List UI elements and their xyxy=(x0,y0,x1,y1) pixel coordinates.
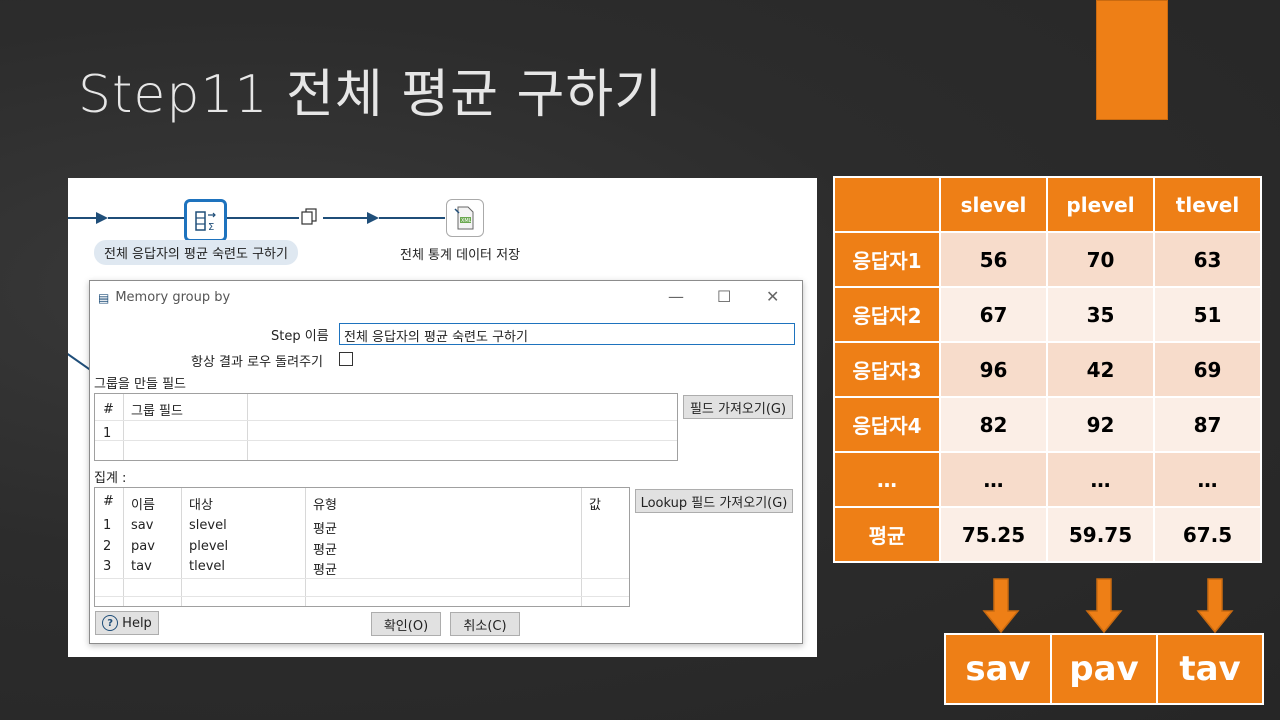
header-plevel: plevel xyxy=(1046,176,1155,233)
table-cell: … xyxy=(1153,451,1262,508)
hop-arrow-2 xyxy=(367,212,379,224)
ok-button[interactable]: 확인(O) xyxy=(371,612,441,636)
table-row: 1 xyxy=(103,518,112,533)
lookup-fields-button[interactable]: Lookup 필드 가져오기(G) xyxy=(635,489,793,513)
header-tlevel: tlevel xyxy=(1153,176,1262,233)
row-label: … xyxy=(833,451,941,508)
table-cell: 92 xyxy=(1046,396,1155,453)
group-by-step-icon[interactable]: Σ xyxy=(184,199,227,242)
dialog-title: Memory group by xyxy=(115,290,231,305)
step-name-label: Step 이름 xyxy=(271,329,329,344)
agg-col-subject: 대상 xyxy=(189,498,213,513)
memory-group-by-icon: ▤ xyxy=(98,290,110,305)
result-tav: tav xyxy=(1156,633,1264,705)
table-row: slevel xyxy=(189,518,227,533)
table-cell: 82 xyxy=(939,396,1048,453)
score-table: slevel plevel tlevel 응답자1 56 70 63 응답자2 … xyxy=(833,176,1262,563)
minimize-button[interactable]: — xyxy=(668,287,684,306)
memory-group-by-dialog: ▤ Memory group by — ☐ ✕ Step 이름 전체 응답자의 … xyxy=(89,280,803,644)
table-cell: 87 xyxy=(1153,396,1262,453)
header-corner xyxy=(833,176,941,233)
row-label: 응답자2 xyxy=(833,286,941,343)
result-pav: pav xyxy=(1050,633,1158,705)
etl-screenshot: Σ XML 전체 응답자의 평균 숙련도 구하기 전체 통계 데이터 저장 ▤ … xyxy=(68,178,817,657)
table-cell: 96 xyxy=(939,341,1048,398)
help-button-label: Help xyxy=(122,615,152,631)
table-cell: … xyxy=(1046,451,1155,508)
dialog-titlebar: ▤ Memory group by xyxy=(98,290,230,305)
down-arrow-icon xyxy=(1196,578,1234,634)
table-row: 평균 xyxy=(313,522,337,537)
table-row: sav xyxy=(131,518,154,533)
step-label-group-by[interactable]: 전체 응답자의 평균 숙련도 구하기 xyxy=(94,240,298,265)
row-label-average: 평균 xyxy=(833,506,941,563)
orange-accent-tab xyxy=(1096,0,1168,120)
table-row: tlevel xyxy=(189,559,226,574)
step-label-xml-output[interactable]: 전체 통계 데이터 저장 xyxy=(400,244,520,263)
help-icon: ? xyxy=(102,615,119,631)
hop-line-5 xyxy=(379,217,445,219)
table-row: tav xyxy=(131,559,152,574)
hop-line-4 xyxy=(323,217,367,219)
step-name-input[interactable]: 전체 응답자의 평균 숙련도 구하기 xyxy=(339,323,795,345)
row-label: 응답자3 xyxy=(833,341,941,398)
table-cell: 56 xyxy=(939,231,1048,288)
average-plevel: 59.75 xyxy=(1046,506,1155,563)
table-cell: 63 xyxy=(1153,231,1262,288)
group-fields-label: 그룹을 만들 필드 xyxy=(94,377,186,392)
table-row: 평균 xyxy=(313,543,337,558)
table-cell: 51 xyxy=(1153,286,1262,343)
aggregates-table[interactable]: # 이름 대상 유형 값 1 sav slevel 평균 2 pav pleve… xyxy=(94,487,630,607)
average-slevel: 75.25 xyxy=(939,506,1048,563)
copy-rows-icon xyxy=(300,208,320,230)
down-arrow-icon xyxy=(1085,578,1123,634)
agg-col-name: 이름 xyxy=(131,498,155,513)
table-cell: 35 xyxy=(1046,286,1155,343)
table-row: pav xyxy=(131,539,155,554)
table-cell: 67 xyxy=(939,286,1048,343)
svg-text:Σ: Σ xyxy=(208,222,214,233)
cancel-button[interactable]: 취소(C) xyxy=(450,612,520,636)
table-row: 2 xyxy=(103,539,112,554)
aggregates-label: 집계 : xyxy=(94,471,127,486)
help-button[interactable]: ? Help xyxy=(95,611,159,635)
table-row: plevel xyxy=(189,539,229,554)
always-return-label: 항상 결과 로우 돌려주기 xyxy=(191,355,323,370)
header-slevel: slevel xyxy=(939,176,1048,233)
agg-col-hash: # xyxy=(103,494,114,509)
down-arrow-icon xyxy=(982,578,1020,634)
group-col-field: 그룹 필드 xyxy=(131,404,183,419)
table-row: 3 xyxy=(103,559,112,574)
close-button[interactable]: ✕ xyxy=(766,287,779,306)
row-label: 응답자1 xyxy=(833,231,941,288)
maximize-button[interactable]: ☐ xyxy=(717,287,731,306)
always-return-checkbox[interactable] xyxy=(339,352,353,366)
table-cell: 42 xyxy=(1046,341,1155,398)
row-label: 응답자4 xyxy=(833,396,941,453)
average-tlevel: 67.5 xyxy=(1153,506,1262,563)
agg-col-value: 값 xyxy=(589,498,601,513)
slide-title: Step11 전체 평균 구하기 xyxy=(78,65,664,125)
result-sav: sav xyxy=(944,633,1052,705)
group-row-num: 1 xyxy=(103,426,112,441)
hop-line-2 xyxy=(108,217,184,219)
table-row: 평균 xyxy=(313,563,337,578)
hop-line-1 xyxy=(68,217,98,219)
svg-text:XML: XML xyxy=(461,218,472,224)
xml-output-step-icon[interactable]: XML xyxy=(446,199,484,237)
table-cell: 69 xyxy=(1153,341,1262,398)
table-cell: … xyxy=(939,451,1048,508)
get-fields-button[interactable]: 필드 가져오기(G) xyxy=(683,395,793,419)
table-cell: 70 xyxy=(1046,231,1155,288)
agg-col-type: 유형 xyxy=(313,498,337,513)
group-col-hash: # xyxy=(103,402,114,417)
hop-line-3 xyxy=(223,217,299,219)
hop-arrow-1 xyxy=(96,212,108,224)
group-fields-table[interactable]: # 그룹 필드 1 xyxy=(94,393,678,461)
